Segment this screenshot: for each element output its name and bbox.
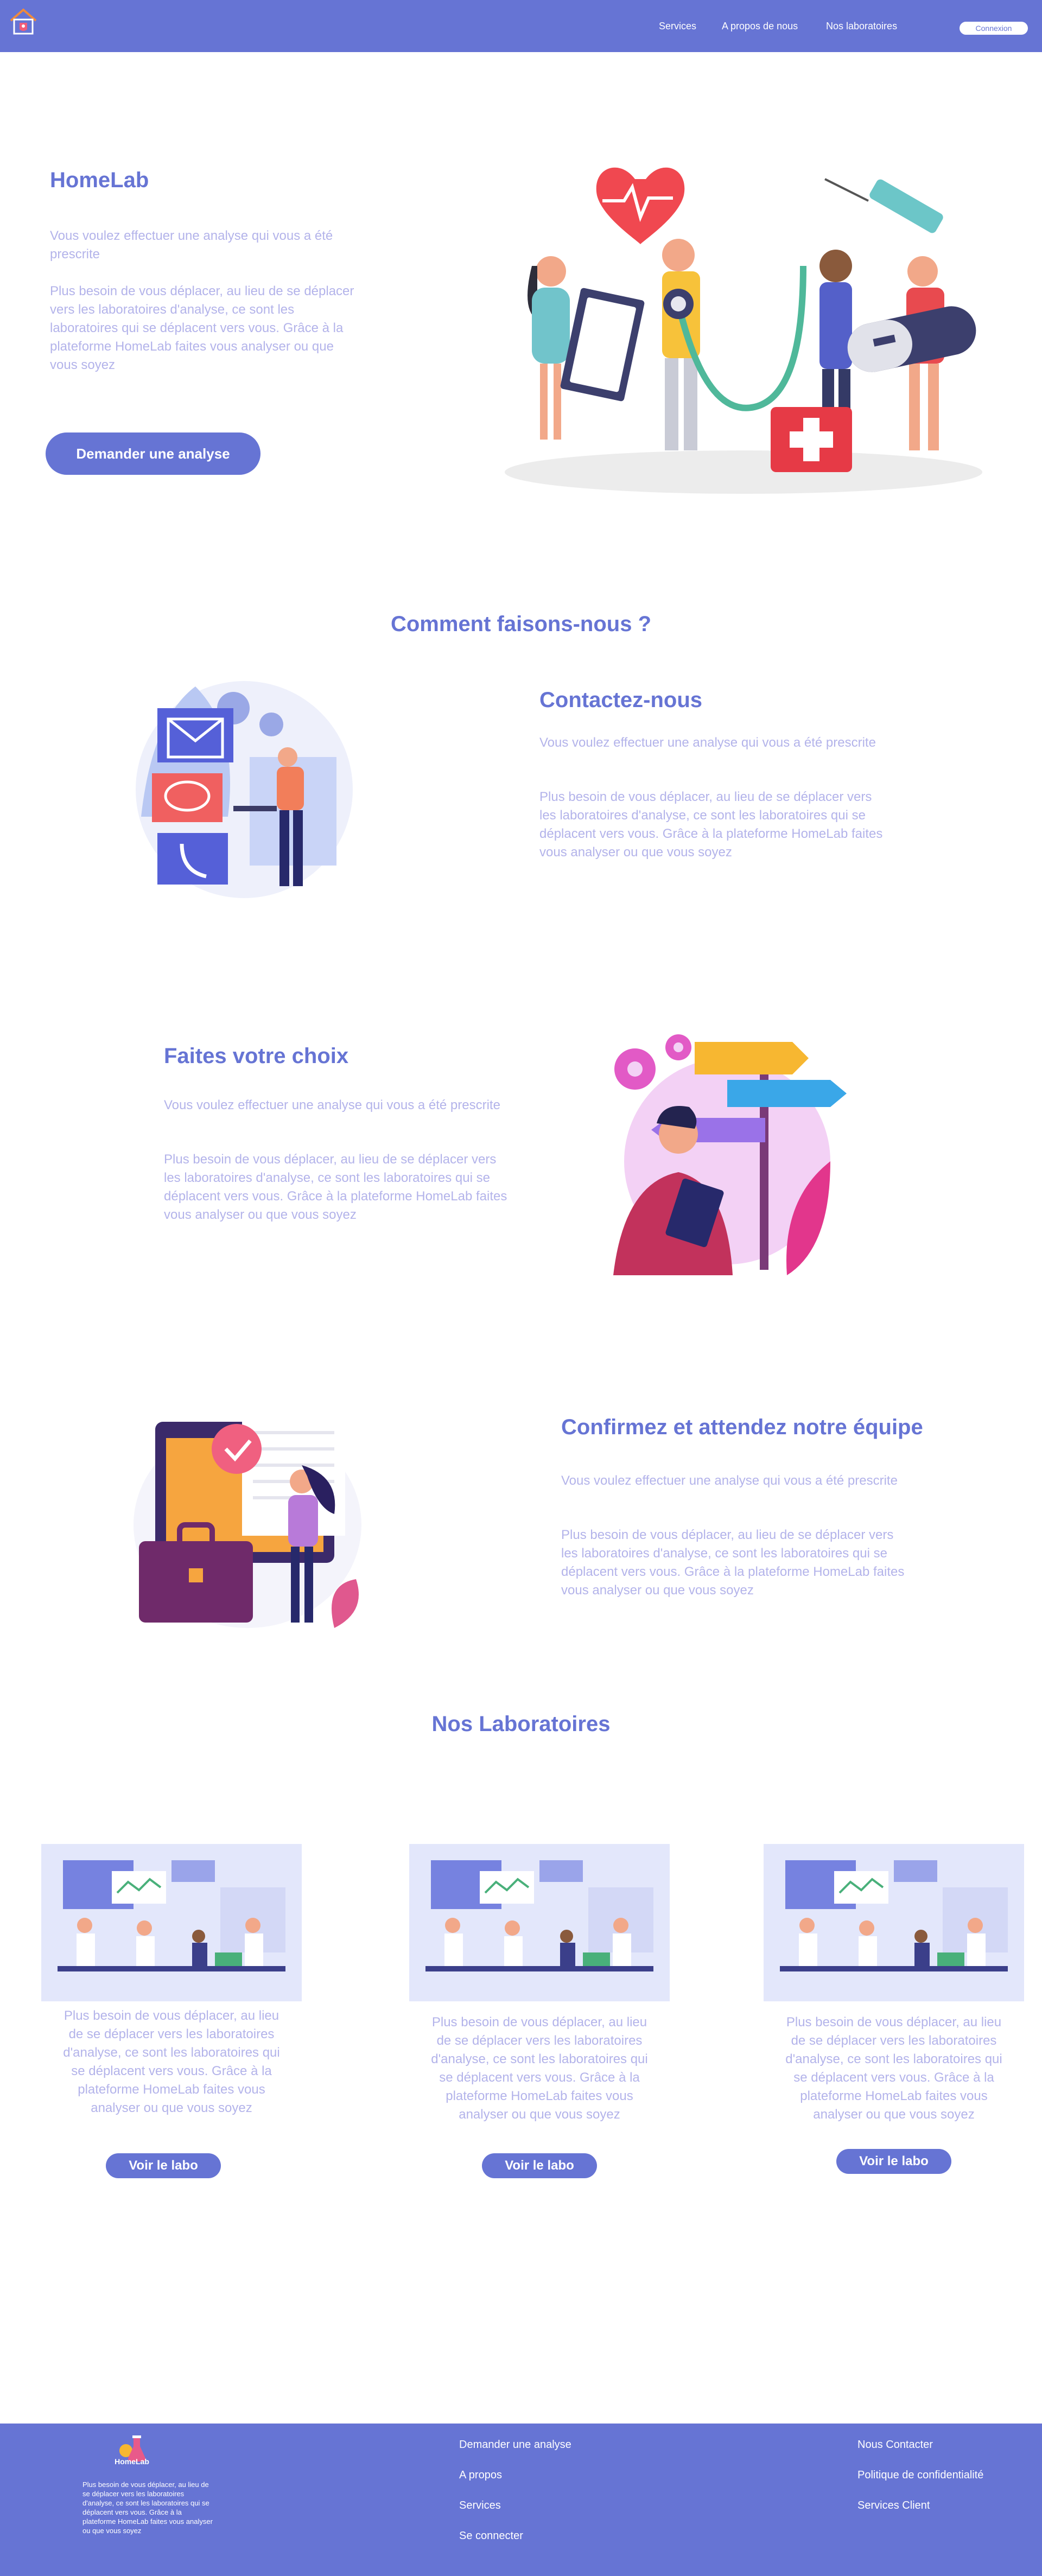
- footer-brand: HomeLab: [115, 2457, 149, 2466]
- step-choice-intro: Vous voulez effectuer une analyse qui vo…: [164, 1098, 500, 1112]
- footer-link-privacy[interactable]: Politique de confidentialité: [857, 2469, 983, 2482]
- footer-description: Plus besoin de vous déplacer, au lieu de…: [82, 2480, 213, 2535]
- lab-card: Plus besoin de vous déplacer, au lieu de…: [41, 1844, 302, 2180]
- view-lab-button[interactable]: Voir le labo: [836, 2149, 951, 2174]
- footer-link-request-analysis[interactable]: Demander une analyse: [459, 2439, 571, 2451]
- footer-link-services[interactable]: Services: [459, 2499, 501, 2512]
- top-navbar: Services A propos de nous Nos laboratoir…: [0, 0, 1042, 52]
- step-confirm-intro: Vous voulez effectuer une analyse qui vo…: [561, 1473, 898, 1488]
- hero-title: HomeLab: [50, 168, 149, 192]
- contact-illustration: [136, 681, 353, 898]
- how-section-title: Comment faisons-nous ?: [390, 612, 652, 636]
- step-confirm-description: Plus besoin de vous déplacer, au lieu de…: [561, 1528, 905, 1598]
- lab-description: Plus besoin de vous déplacer, au lieu de…: [785, 2015, 1002, 2122]
- confirm-illustration: [134, 1411, 361, 1628]
- lab-card: Plus besoin de vous déplacer, au lieu de…: [409, 1844, 670, 2180]
- hero-description: Plus besoin de vous déplacer, au lieu de…: [50, 284, 354, 372]
- hero-intro: Vous voulez effectuer une analyse qui vo…: [50, 228, 333, 262]
- medical-team-illustration: [505, 167, 982, 494]
- footer-link-about[interactable]: A propos: [459, 2469, 502, 2482]
- view-lab-button[interactable]: Voir le labo: [482, 2153, 597, 2178]
- footer: HomeLab Plus besoin de vous déplacer, au…: [0, 2424, 1042, 2576]
- step-choice-description: Plus besoin de vous déplacer, au lieu de…: [164, 1152, 507, 1222]
- step-contact-intro: Vous voulez effectuer une analyse qui vo…: [539, 735, 876, 750]
- choice-illustration: [613, 1034, 847, 1275]
- lab-illustration: [409, 1844, 670, 2001]
- footer-link-contact[interactable]: Nous Contacter: [857, 2439, 933, 2451]
- view-lab-button[interactable]: Voir le labo: [106, 2153, 221, 2178]
- lab-description: Plus besoin de vous déplacer, au lieu de…: [63, 2008, 280, 2115]
- lab-illustration: [764, 1844, 1024, 2001]
- lab-description: Plus besoin de vous déplacer, au lieu de…: [431, 2015, 648, 2122]
- nav-link-labs[interactable]: Nos laboratoires: [826, 21, 897, 32]
- step-confirm-title: Confirmez et attendez notre équipe: [561, 1415, 923, 1439]
- footer-link-login[interactable]: Se connecter: [459, 2530, 523, 2542]
- request-analysis-button[interactable]: Demander une analyse: [46, 432, 260, 475]
- lab-illustration: [41, 1844, 302, 2001]
- labs-section-title: Nos Laboratoires: [431, 1712, 611, 1736]
- homelab-logo-icon[interactable]: [8, 4, 39, 38]
- login-button[interactable]: Connexion: [960, 22, 1028, 35]
- step-contact-description: Plus besoin de vous déplacer, au lieu de…: [539, 790, 883, 860]
- footer-link-customer-service[interactable]: Services Client: [857, 2499, 930, 2512]
- step-choice-title: Faites votre choix: [164, 1044, 349, 1068]
- nav-link-services[interactable]: Services: [659, 21, 696, 32]
- nav-link-about[interactable]: A propos de nous: [722, 21, 798, 32]
- step-contact-title: Contactez-nous: [539, 688, 702, 712]
- lab-card: Plus besoin de vous déplacer, au lieu de…: [764, 1844, 1024, 2180]
